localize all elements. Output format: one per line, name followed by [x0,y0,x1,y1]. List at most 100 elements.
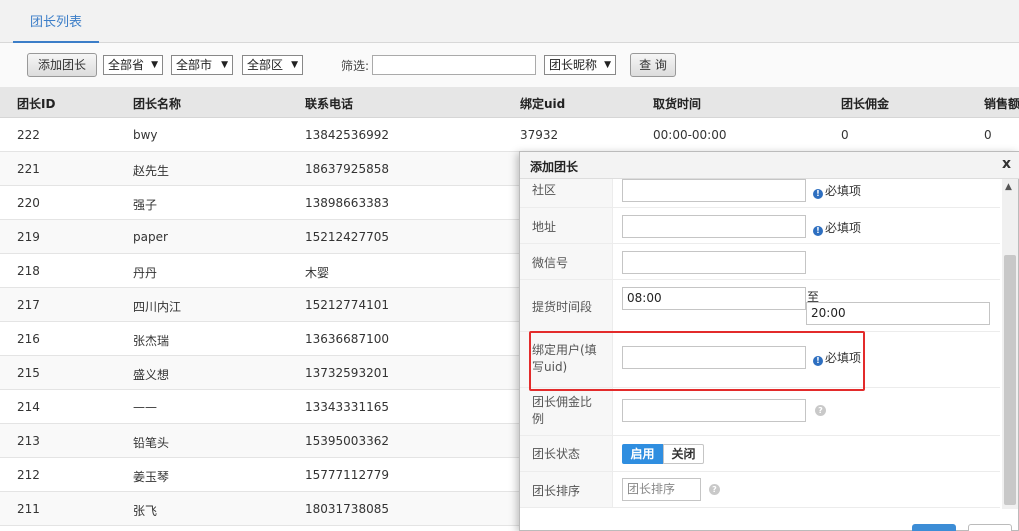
city-value: 全部市 [176,58,213,72]
col-sales-header[interactable]: 销售额 [984,95,1019,112]
col-name-header[interactable]: 团长名称 [133,95,181,112]
col-pickup-header[interactable]: 取货时间 [653,95,701,112]
scroll-up-icon[interactable]: ▲ [1005,182,1012,192]
chevron-down-icon: ▼ [291,60,298,70]
col-commission-header[interactable]: 团长佣金 [841,95,889,112]
close-icon[interactable]: x [1002,156,1011,172]
cell-name: 张杰瑞 [133,334,170,348]
query-button[interactable]: 查 询 [630,53,676,77]
wechat-input[interactable] [622,251,806,274]
cell-id: 212 [17,468,40,482]
cell-phone: 13732593201 [305,366,389,380]
commission-label: 团长佣金比例 [520,388,613,435]
required-text: 必填项 [825,221,862,235]
cell-name: 丹丹 [133,266,158,280]
cell-id: 211 [17,502,40,516]
cell-id: 216 [17,332,40,346]
cell-id: 214 [17,400,40,414]
sort-label: 团长排序 [520,472,613,507]
cell-phone: 18031738085 [305,502,389,516]
form-row-commission: 团长佣金比例 ? [520,388,1000,436]
cell-id: 220 [17,196,40,210]
district-value: 全部区 [247,58,284,72]
help-icon[interactable]: ? [815,405,826,416]
cell-id: 222 [17,128,40,142]
cell-phone: 13343331165 [305,400,389,414]
wechat-label: 微信号 [520,244,613,279]
cell-id: 217 [17,298,40,312]
cell-phone: 木婴 [305,266,330,280]
cell-name: 姜玉琴 [133,470,170,484]
col-uid-header[interactable]: 绑定uid [520,95,565,112]
scroll-thumb[interactable] [1004,255,1016,505]
col-id-header[interactable]: 团长ID [17,95,55,112]
cell-phone: 15777112779 [305,468,389,482]
cell-id: 215 [17,366,40,380]
province-value: 全部省 [108,58,145,72]
status-label: 团长状态 [520,436,613,471]
cell-id: 221 [17,162,40,176]
city-select[interactable]: 全部市 ▼ [171,55,233,75]
cancel-button[interactable] [968,524,1012,531]
status-disable-toggle[interactable]: 关闭 [663,444,704,464]
cell-id: 218 [17,264,40,278]
commission-input[interactable] [622,399,806,422]
district-select[interactable]: 全部区 ▼ [242,55,303,75]
filter-field-select[interactable]: 团长昵称 ▼ [544,55,616,75]
sort-input[interactable]: 团长排序 [622,478,701,501]
chevron-down-icon: ▼ [604,60,611,70]
filter-field-value: 团长昵称 [549,58,598,72]
form-row-sort: 团长排序 团长排序 ? [520,472,1000,508]
info-icon: ! [813,226,823,236]
cell-phone: 13842536992 [305,128,389,142]
confirm-button[interactable] [912,524,956,531]
required-hint: ! 必填项 [813,219,861,236]
tab-leader-list[interactable]: 团长列表 [13,0,100,43]
required-hint: ! 必填项 [813,182,861,199]
cell-phone: 15212427705 [305,230,389,244]
cell-name: 盛义想 [133,368,170,382]
address-input[interactable] [622,215,806,238]
form-row-status: 团长状态 启用 关闭 [520,436,1000,472]
filter-input[interactable] [372,55,536,75]
cell-name: 张飞 [133,504,158,518]
community-label: 社区 [520,179,613,207]
cell-phone: 13898663383 [305,196,389,210]
cell-phone: 15212774101 [305,298,389,312]
tab-bar: 团长列表 [0,0,1019,43]
cell-name: 铅笔头 [133,436,170,450]
pickup-start-input[interactable]: 08:00 [622,287,806,310]
highlight-box [529,331,865,391]
table-row[interactable]: 222 bwy 13842536992 37932 00:00-00:00 0 … [0,118,1019,152]
chevron-down-icon: ▼ [151,60,158,70]
dialog-scrollbar[interactable]: ▲ [1002,179,1018,509]
dialog-title: 添加团长 [530,160,579,174]
cell-id: 213 [17,434,40,448]
form-row-wechat: 微信号 [520,244,1000,280]
community-input[interactable] [622,179,806,202]
cell-phone: 15395003362 [305,434,389,448]
cell-uid: 37932 [520,128,559,142]
help-icon[interactable]: ? [709,484,720,495]
cell-name: 四川内江 [133,300,182,314]
form-row-address: 地址 ! 必填项 [520,208,1000,244]
add-leader-button[interactable]: 添加团长 [27,53,97,77]
address-label: 地址 [520,208,613,243]
cell-phone: 18637925858 [305,162,389,176]
filter-label: 筛选: [341,59,370,73]
pickup-end-input[interactable]: 20:00 [806,302,990,325]
status-enable-toggle[interactable]: 启用 [622,444,663,464]
cell-pickup: 00:00-00:00 [653,128,727,142]
form-row-community: 社区 ! 必填项 [520,179,1000,208]
province-select[interactable]: 全部省 ▼ [103,55,163,75]
info-icon: ! [813,189,823,199]
col-phone-header[interactable]: 联系电话 [305,95,353,112]
form-row-pickup-time: 提货时间段 08:00 至 20:00 [520,280,1000,332]
cell-commission: 0 [841,128,849,142]
cell-sales: 0 [984,128,992,142]
cell-name: —— [133,400,157,414]
cell-name: 强子 [133,198,158,212]
cell-phone: 13636687100 [305,332,389,346]
pickup-time-label: 提货时间段 [520,280,613,331]
required-text: 必填项 [825,184,862,198]
